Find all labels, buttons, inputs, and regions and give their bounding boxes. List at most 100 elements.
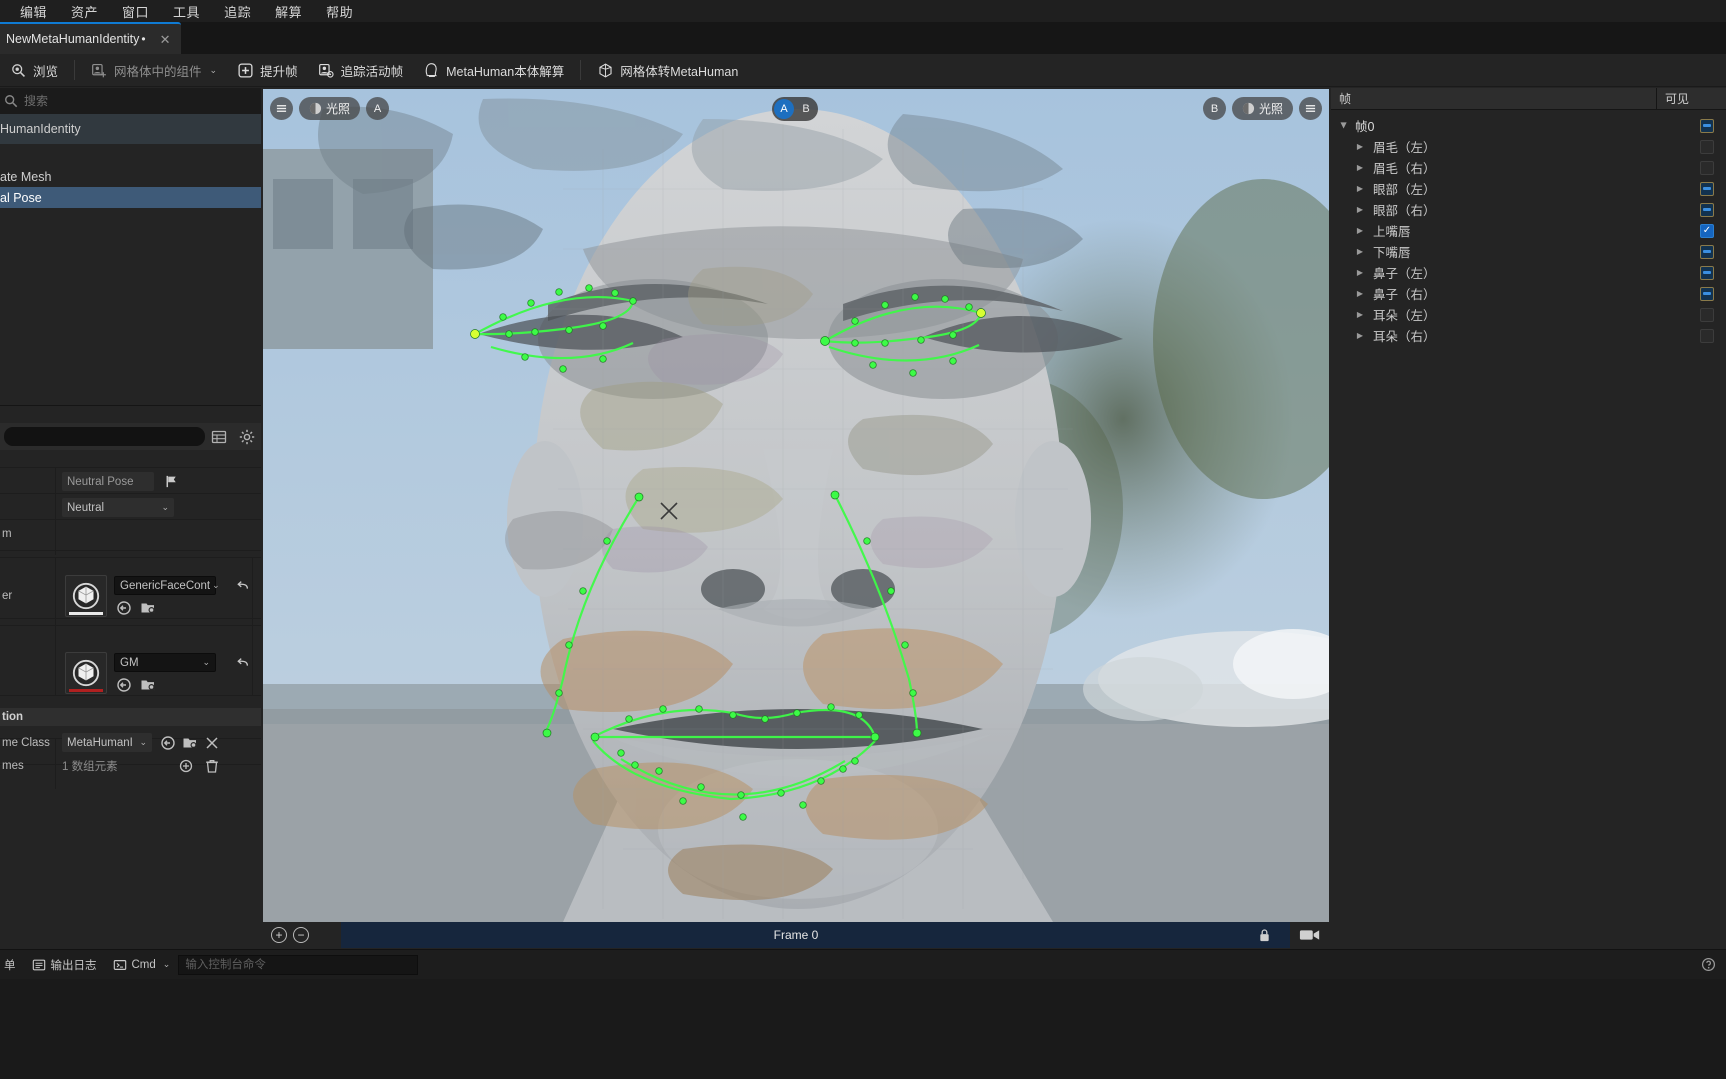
frames-visibility-checkbox[interactable] — [1700, 244, 1714, 259]
chevron-right-icon[interactable]: ▶ — [1353, 226, 1367, 235]
revert-icon[interactable] — [236, 656, 250, 670]
tab-newmetahumanidentity[interactable]: NewMetaHumanIdentity • ✕ — [0, 22, 181, 54]
lock-icon[interactable] — [1258, 928, 1271, 943]
console-command-input[interactable] — [178, 954, 419, 975]
close-icon[interactable]: ✕ — [160, 33, 171, 46]
frames-visibility-checkbox[interactable] — [1700, 160, 1714, 175]
chevron-right-icon[interactable]: ▶ — [1353, 331, 1367, 340]
find-in-content-browser-icon[interactable] — [140, 600, 156, 616]
details-search-input[interactable] — [4, 427, 205, 446]
outliner-row-humanidentity[interactable]: HumanIdentity — [0, 114, 261, 144]
components-in-mesh-button[interactable]: 网格体中的组件 ⌄ — [82, 57, 226, 84]
frames-row-ear-left[interactable]: ▶ 耳朵（左） — [1331, 304, 1726, 325]
components-label: 网格体中的组件 — [114, 64, 202, 79]
frames-row-lower-lip[interactable]: ▶ 下嘴唇 — [1331, 241, 1726, 262]
chevron-right-icon[interactable]: ▶ — [1353, 184, 1367, 193]
metahuman-solve-button[interactable]: MetaHuman本体解算 — [414, 57, 573, 84]
cmd-selector-button[interactable]: Cmd ⌄ — [105, 954, 179, 976]
menu-track[interactable]: 追踪 — [212, 0, 263, 23]
viewport-lighting-left-button[interactable]: 光照 — [299, 97, 361, 120]
menu-tools[interactable]: 工具 — [161, 0, 212, 23]
frames-root-visibility-checkbox[interactable] — [1700, 118, 1714, 133]
menu-solve[interactable]: 解算 — [263, 0, 314, 23]
add-element-icon[interactable] — [178, 758, 194, 774]
frames-row-nose-left[interactable]: ▶ 鼻子（左） — [1331, 262, 1726, 283]
viewport-settings-button[interactable] — [1299, 97, 1322, 120]
conformer-thumbnail[interactable] — [65, 575, 107, 617]
frames-visibility-checkbox[interactable] — [1700, 328, 1714, 343]
frames-visibility-checkbox[interactable] — [1700, 286, 1714, 301]
frames-visibility-checkbox[interactable] — [1700, 202, 1714, 217]
chevron-right-icon[interactable]: ▶ — [1353, 205, 1367, 214]
viewport-lighting-right-button[interactable]: 光照 — [1231, 97, 1293, 120]
frames-visibility-checkbox[interactable]: ✓ — [1700, 223, 1714, 238]
neutral-pose-value[interactable]: Neutral Pose — [62, 472, 154, 491]
viewport-a-button[interactable]: A — [366, 97, 390, 120]
frames-row-upper-lip[interactable]: ▶ 上嘴唇 ✓ — [1331, 220, 1726, 241]
clear-icon[interactable] — [204, 735, 220, 751]
viewport-b-label: B — [1210, 102, 1219, 115]
chevron-right-icon[interactable]: ▶ — [1353, 310, 1367, 319]
frames-visibility-checkbox[interactable] — [1700, 265, 1714, 280]
outliner-row-template-mesh[interactable]: ate Mesh — [0, 166, 261, 187]
flag-icon[interactable] — [164, 474, 179, 489]
browse-button[interactable]: 浏览 — [1, 57, 67, 84]
menu-asset[interactable]: 资产 — [59, 0, 110, 23]
chevron-right-icon[interactable]: ▶ — [1353, 268, 1367, 277]
help-icon[interactable] — [1701, 957, 1716, 972]
revert-icon[interactable] — [236, 579, 250, 593]
find-in-content-browser-icon[interactable] — [140, 677, 156, 693]
frames-row-eye-right[interactable]: ▶ 眼部（右） — [1331, 199, 1726, 220]
zoom-in-button[interactable]: + — [271, 927, 287, 943]
conformer-asset-dropdown[interactable]: GenericFaceCont ⌄ — [114, 576, 220, 595]
browse-to-asset-icon[interactable] — [116, 677, 132, 693]
viewport[interactable]: 光照 A B 光照 — [263, 89, 1329, 922]
ab-compare-toggle[interactable]: A B — [772, 97, 818, 121]
chevron-right-icon[interactable]: ▶ — [1353, 163, 1367, 172]
chevron-right-icon[interactable]: ▶ — [1353, 247, 1367, 256]
frames-visibility-checkbox[interactable] — [1700, 307, 1714, 322]
menu-edit[interactable]: 编辑 — [8, 0, 59, 23]
outliner-search-input[interactable] — [24, 94, 244, 108]
promote-frame-button[interactable]: 提升帧 — [228, 57, 307, 84]
camera-icon[interactable] — [1299, 927, 1321, 943]
chevron-down-icon: ⌄ — [209, 64, 218, 75]
chevron-right-icon[interactable]: ▶ — [1353, 289, 1367, 298]
browse-to-asset-icon[interactable] — [116, 600, 132, 616]
material-asset-dropdown[interactable]: GM ⌄ — [114, 653, 216, 672]
frames-row-ear-right[interactable]: ▶ 耳朵（右） — [1331, 325, 1726, 346]
track-active-frame-button[interactable]: 追踪活动帧 — [309, 57, 413, 84]
delete-icon[interactable] — [204, 758, 220, 774]
details-row-frame-class: me Class MetaHumanI ⌄ — [0, 733, 261, 752]
zoom-out-button[interactable]: − — [293, 927, 309, 943]
frames-row-eye-left[interactable]: ▶ 眼部（左） — [1331, 178, 1726, 199]
material-thumbnail[interactable] — [65, 652, 107, 694]
outliner-row-neutral-pose[interactable]: al Pose — [0, 187, 261, 208]
viewport-menu-button[interactable] — [270, 97, 293, 120]
frames-visibility-checkbox[interactable] — [1700, 139, 1714, 154]
details-section-header[interactable]: tion — [0, 708, 261, 726]
table-view-icon[interactable] — [211, 429, 227, 445]
frames-row-nose-right[interactable]: ▶ 鼻子（右） — [1331, 283, 1726, 304]
ab-toggle-a[interactable]: A — [774, 99, 794, 119]
find-in-content-browser-icon[interactable] — [182, 735, 198, 751]
gear-icon[interactable] — [239, 429, 255, 445]
frames-visibility-checkbox[interactable] — [1700, 181, 1714, 196]
viewport-overlay-left: 光照 A — [270, 97, 390, 120]
frames-row-eyebrow-right[interactable]: ▶ 眉毛（右） — [1331, 157, 1726, 178]
browse-to-asset-icon[interactable] — [160, 735, 176, 751]
status-menu-button[interactable]: 单 — [0, 954, 24, 976]
output-log-button[interactable]: 输出日志 — [24, 954, 105, 976]
chevron-down-icon[interactable]: ▶ — [1340, 119, 1349, 133]
frames-row-root[interactable]: ▶ 帧0 — [1331, 115, 1726, 136]
timeline-bar[interactable]: Frame 0 — [263, 922, 1329, 948]
neutral-dropdown[interactable]: Neutral ⌄ — [62, 498, 174, 517]
mesh-to-metahuman-button[interactable]: 网格体转MetaHuman — [588, 57, 747, 84]
menu-help[interactable]: 帮助 — [314, 0, 365, 23]
frames-row-eyebrow-left[interactable]: ▶ 眉毛（左） — [1331, 136, 1726, 157]
ab-toggle-b[interactable]: B — [796, 99, 816, 119]
frame-class-dropdown[interactable]: MetaHumanI ⌄ — [62, 733, 152, 752]
menu-window[interactable]: 窗口 — [110, 0, 161, 23]
chevron-right-icon[interactable]: ▶ — [1353, 142, 1367, 151]
viewport-b-button[interactable]: B — [1202, 97, 1226, 120]
